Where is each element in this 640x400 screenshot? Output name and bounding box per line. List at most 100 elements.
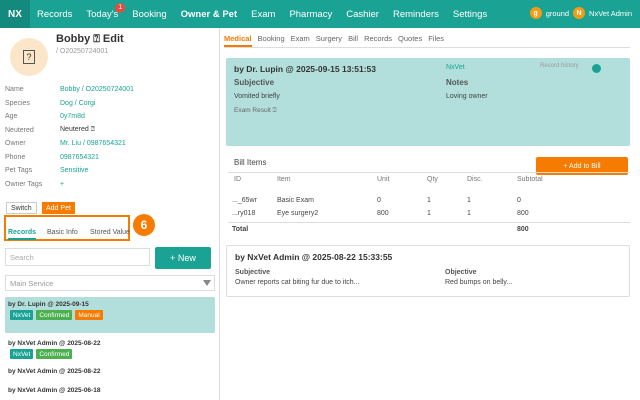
info-key: Name	[5, 86, 24, 94]
visit-item[interactable]: by NxVet Admin @ 2025-06-18	[5, 383, 215, 396]
subjective-value: Vomited briefly	[234, 93, 280, 100]
subtab-records[interactable]: Records	[8, 229, 37, 240]
pet-avatar[interactable]: ?	[10, 38, 48, 76]
info-value[interactable]: Mr. Liu / 0987654321	[60, 140, 126, 147]
nav-owner-pet[interactable]: Owner & Pet	[174, 9, 245, 20]
nav-todays[interactable]: Today's 1	[79, 2, 126, 20]
info-key: Owner Tags	[5, 180, 43, 188]
info-row-pet-tags: Pet Tags Sensitive	[5, 164, 215, 178]
user-menu[interactable]: g ground N NxVet Admin	[529, 7, 632, 19]
info-key: Owner	[5, 140, 26, 148]
info-value[interactable]: Bobby / O20250724001	[60, 86, 134, 93]
tab-surgery[interactable]: Surgery	[316, 34, 342, 47]
bill-cell: 1	[467, 210, 471, 217]
image-placeholder-icon: ?	[23, 50, 35, 64]
record-history-toggle[interactable]	[592, 64, 601, 73]
visit-item[interactable]: by NxVet Admin @ 2025-08-22 NxVet Confir…	[5, 336, 215, 359]
bill-total-label: Total	[232, 226, 249, 233]
exam-result-label[interactable]: Exam Result ⍰	[234, 107, 277, 115]
bill-divider	[228, 172, 630, 173]
visit-title: by NxVet Admin @ 2025-06-18	[8, 387, 101, 394]
bill-col-subtotal: Subtotal	[517, 176, 543, 183]
visit-item-selected[interactable]: by Dr. Lupin @ 2025-09-15 NxVet Confirme…	[5, 297, 215, 333]
bill-cell: 800	[377, 210, 389, 217]
info-key: Pet Tags	[5, 167, 33, 175]
service-select-value: Main Service	[10, 278, 54, 288]
bill-cell: Eye surgery2	[277, 210, 319, 217]
nav-records[interactable]: Records	[30, 9, 79, 20]
tag-vet: NxVet	[10, 310, 34, 320]
nav-todays-label: Today's	[86, 8, 119, 20]
subtab-basic-info[interactable]: Basic Info	[47, 229, 78, 236]
avatar: g	[529, 7, 542, 19]
avatar-2: N	[573, 7, 586, 19]
info-key: Neutered	[5, 126, 34, 134]
bill-cell: 1	[427, 210, 431, 217]
pet-id: / O20250724001	[56, 48, 109, 55]
objective-value: Red bumps on belly...	[445, 279, 513, 286]
bill-cell: Basic Exam	[277, 197, 314, 204]
add-owner-tag-button[interactable]: +	[60, 181, 64, 188]
nav-exam[interactable]: Exam	[244, 9, 282, 20]
info-value[interactable]: 0987654321	[60, 154, 99, 161]
subjective-label: Subjective	[234, 78, 275, 87]
bill-col-disc: Disc.	[467, 176, 483, 183]
info-row-age: Age 0y7m8d	[5, 110, 215, 124]
bill-total-value: 800	[517, 226, 529, 233]
tag-confirmed: Confirmed	[36, 349, 73, 359]
notes-label: Notes	[446, 78, 469, 87]
info-key: Species	[5, 99, 30, 107]
objective-label: Objective	[445, 269, 477, 276]
visit-item[interactable]: by NxVet Admin @ 2025-08-22	[5, 364, 215, 377]
bill-cell: 0	[377, 197, 381, 204]
nav-reminders[interactable]: Reminders	[386, 9, 446, 20]
record-history-label: Record history	[540, 63, 579, 69]
info-value[interactable]: Neutered ⍰	[60, 126, 95, 134]
tab-bill[interactable]: Bill	[348, 34, 358, 47]
info-value[interactable]: Dog / Corgi	[60, 100, 95, 107]
nav-settings[interactable]: Settings	[446, 9, 494, 20]
info-row-species: Species Dog / Corgi	[5, 97, 215, 111]
step-marker: 6	[133, 214, 155, 236]
bill-divider	[228, 222, 630, 223]
add-pet-button[interactable]: Add Pet	[42, 202, 75, 214]
tab-booking[interactable]: Booking	[258, 34, 285, 47]
notification-badge: 1	[115, 2, 126, 13]
chevron-down-icon	[203, 280, 211, 286]
info-row-owner-tags: Owner Tags +	[5, 178, 215, 192]
info-row-phone: Phone 0987654321	[5, 151, 215, 165]
record-header: by Dr. Lupin @ 2025-09-15 13:51:53	[234, 64, 376, 74]
info-value[interactable]: Sensitive	[60, 167, 88, 174]
tab-medical[interactable]: Medical	[224, 34, 252, 47]
subtab-stored-value[interactable]: Stored Value	[90, 229, 130, 236]
medical-record-card-2[interactable]: by NxVet Admin @ 2025-08-22 15:33:55 Sub…	[226, 245, 630, 297]
info-value[interactable]: 0y7m8d	[60, 113, 85, 120]
medical-record-card[interactable]: by Dr. Lupin @ 2025-09-15 13:51:53 NxVet…	[226, 58, 630, 146]
record-tabs: Medical Booking Exam Surgery Bill Record…	[224, 34, 444, 47]
bill-col-item: Item	[277, 176, 291, 183]
app-logo[interactable]: NX	[0, 0, 30, 28]
nav-cashier[interactable]: Cashier	[339, 9, 386, 20]
pet-panel: ? Bobby ⍰ Edit / O20250724001 Name Bobby …	[0, 28, 220, 400]
bill-col-id: ID	[234, 176, 241, 183]
bill-col-qty: Qty	[427, 176, 438, 183]
visit-title: by NxVet Admin @ 2025-08-22	[8, 340, 101, 347]
new-record-button[interactable]: + New	[155, 247, 211, 269]
tab-files[interactable]: Files	[428, 34, 444, 47]
nav-booking[interactable]: Booking	[125, 9, 173, 20]
tab-exam[interactable]: Exam	[291, 34, 310, 47]
tab-quotes[interactable]: Quotes	[398, 34, 422, 47]
service-select[interactable]: Main Service	[5, 275, 215, 291]
visit-title: by NxVet Admin @ 2025-08-22	[8, 368, 101, 375]
switch-button[interactable]: Switch	[6, 202, 37, 214]
info-key: Age	[5, 113, 18, 121]
tab-records[interactable]: Records	[364, 34, 392, 47]
main-content: Medical Booking Exam Surgery Bill Record…	[224, 28, 640, 400]
pet-name-edit[interactable]: Bobby ⍰ Edit	[56, 33, 124, 46]
info-row-neutered: Neutered Neutered ⍰	[5, 124, 215, 138]
bill-cell: ...ry018	[232, 210, 256, 217]
info-key: Phone	[5, 153, 26, 161]
nav-pharmacy[interactable]: Pharmacy	[282, 9, 339, 20]
search-input[interactable]: Search	[5, 248, 150, 266]
tag-manual: Manual	[75, 310, 103, 320]
